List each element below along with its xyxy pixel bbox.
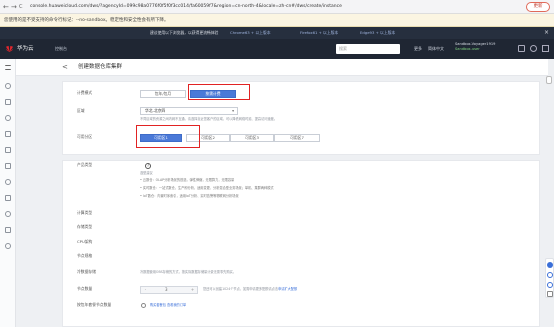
region-value: 华北-北京四 [145,108,166,113]
update-button[interactable]: 更新 [526,2,550,12]
search-input[interactable]: 搜索 [336,44,400,54]
settings-icon[interactable] [5,243,11,249]
edge-link[interactable]: Edge93 + 以上版本 [360,27,395,39]
product-bullet: • IoT数仓：内置时序索引，适用IoT分析、实时告警等物联网分析场景 [140,194,239,198]
huawei-logo-icon [5,45,14,53]
node-flavor-label: 节点规格 [77,253,93,258]
region-hint: 不同区域的资源之间内网不互通。请选择靠近您客户的区域，可以降低网络时延、提高访问… [140,117,278,121]
compute-type-label: 计算类型 [77,210,93,215]
chevron-down-icon: ▾ [232,108,234,113]
server-icon[interactable] [5,99,11,105]
address-bar[interactable]: console.huaweicloud.com/dws/?agencyId=09… [30,2,490,12]
tools-icon[interactable] [5,227,11,233]
document-icon[interactable] [5,163,11,169]
forward-icon[interactable]: → [11,3,17,11]
top-icon[interactable] [547,291,553,297]
billing-label: 计费模式 [77,90,93,95]
help-icon[interactable] [530,45,537,52]
product-type-label: 产品类型 [77,162,93,167]
browser-notice-bar: 建议使用以下浏览器，以获得更流畅体验 Chrome63 + 以上版本 Firef… [0,27,554,39]
quota-link[interactable]: 申请扩大配额 [278,287,297,291]
app-grid-icon[interactable] [542,45,549,52]
region-select[interactable]: 华北-北京四 ▾ [140,107,238,115]
console-link[interactable]: 控制台 [55,44,67,54]
highlight-box [188,84,250,100]
az-label: 可用分区 [77,134,93,139]
close-icon[interactable]: × [544,27,549,39]
menu-icon[interactable] [5,65,11,70]
service-sidebar [0,59,16,327]
product-bullet: • 实时数仓：一站式数仓，生产即分析，适用变更、分析混合型业务场景；单机、集群两… [140,186,274,190]
increment-button[interactable]: + [188,287,197,293]
region-label: 区域 [77,108,85,113]
chat-icon[interactable] [547,262,553,268]
page-title: 创建数据仓库集群 [78,64,123,70]
database-icon[interactable] [5,131,11,137]
node-count-hint: 您还可以创建1024个节点，如需申请更多配额请点击申请扩大配额 [203,287,297,292]
cpu-arch-label: CPU架构 [77,239,93,244]
sandbox-warning: 您使用的是不受支持的命令行标记：--no-sandbox。稳定性和安全性会有所下… [0,14,554,27]
product-hint-title: 选型建议 [140,171,153,175]
refresh-icon[interactable] [141,303,146,308]
cloud-icon[interactable] [5,83,11,89]
analytics-icon[interactable] [5,211,11,217]
storage-type-label: 存储类型 [77,224,93,229]
node-count-stepper[interactable]: - 3 + [140,286,198,294]
back-button[interactable]: < [62,62,68,72]
chrome-link[interactable]: Chrome63 + 以上版本 [230,27,271,39]
security-icon[interactable] [5,195,11,201]
monitor-icon[interactable] [5,179,11,185]
cold-storage-label: 冷数据存储 [77,269,96,274]
billing-option-yearly[interactable]: 包年/包月 [140,90,186,98]
product-config-card [62,160,540,327]
more-link[interactable]: 更多 [414,44,422,54]
console-top-nav: 华为云 控制台 搜索 更多 简体中文 Sandbox-Voyager1919 S… [0,39,554,59]
scrollbar-handle[interactable] [546,76,552,84]
question-icon[interactable]: ? [145,163,151,169]
network-icon[interactable] [5,115,11,121]
firefox-link[interactable]: Firefox61 + 以上版本 [300,27,338,39]
highlight-box [136,125,200,148]
service-icon[interactable] [547,282,553,288]
browser-toolbar: ← → C console.huaweicloud.com/dws/?agenc… [0,0,554,14]
node-count-label: 节点数量 [77,286,93,291]
cold-storage-hint: 冷数据使用OBS存储的方式，按实际数据存储量计费无需事先购买。 [140,270,236,274]
decrement-button[interactable]: - [141,287,150,293]
az-option-7[interactable]: 可用区7 [274,134,320,142]
basic-config-card [62,81,540,155]
back-icon[interactable]: ← [3,3,9,11]
message-icon[interactable] [518,45,525,52]
package-nodes-label: 按包年套餐节点数量 [77,302,112,307]
node-count-hint-text: 您还可以创建1024个节点，如需申请更多配额请点击 [203,287,279,291]
account-sub: Sandbox-user [455,47,480,51]
page-header: < 创建数据仓库集群 [16,59,548,76]
floating-toolbar [545,258,554,298]
az-option-3[interactable]: 可用区3 [230,134,274,142]
storage-icon[interactable] [5,147,11,153]
node-count-value[interactable]: 3 [165,287,168,293]
reload-icon[interactable]: C [19,3,23,11]
package-links[interactable]: 购买套餐包 查看我的订单 [150,303,186,308]
language-link[interactable]: 简体中文 [428,44,444,54]
brand-name: 华为云 [17,46,34,52]
product-bullet: • 云数仓：OLAP分析场景的首选，弹性伸缩，无限算力，无限容量 [140,178,235,182]
account-menu[interactable]: Sandbox-Voyager1919 Sandbox-user [455,42,495,52]
feedback-icon[interactable] [547,272,553,278]
notice-text: 建议使用以下浏览器，以获得更流畅体验 [150,30,219,35]
